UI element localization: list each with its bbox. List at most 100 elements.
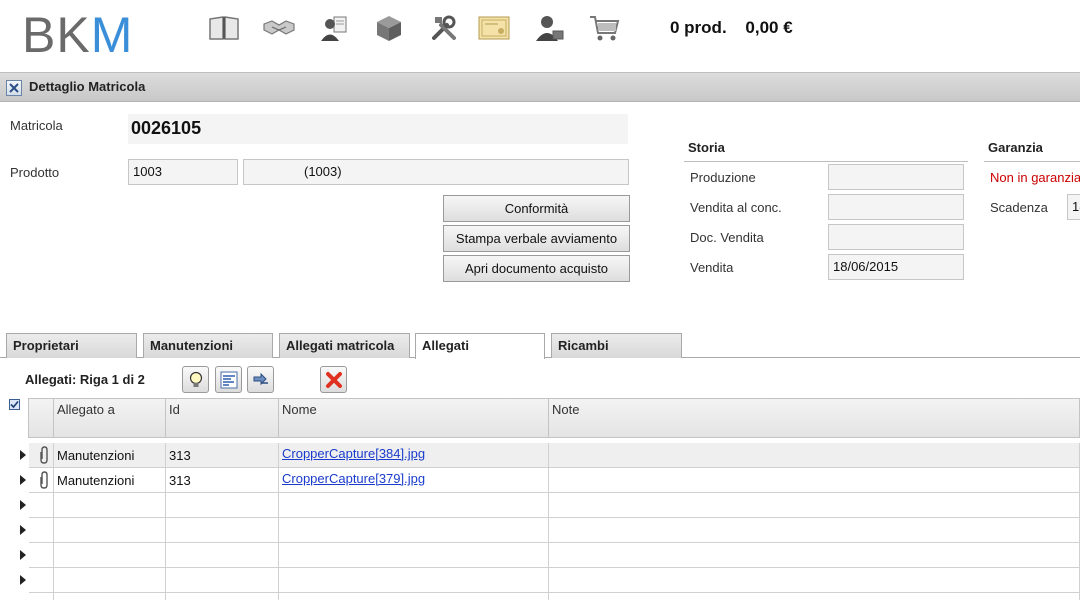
empty-cell <box>29 543 54 568</box>
empty-cell <box>549 543 1080 568</box>
top-header: BKM 0 prod. 0,00 € <box>0 0 1080 72</box>
produzione-label: Produzione <box>690 170 756 185</box>
header-allegato-a[interactable]: Allegato a <box>54 398 166 438</box>
produzione-field[interactable] <box>828 164 964 190</box>
empty-cell <box>54 493 166 518</box>
expand-row-icon[interactable] <box>20 550 26 560</box>
id-cell: 313 <box>166 468 279 493</box>
expand-row-icon[interactable] <box>20 525 26 535</box>
note-cell <box>549 443 1080 468</box>
empty-row[interactable] <box>0 493 1080 518</box>
vendita-conc-label: Vendita al conc. <box>690 200 782 215</box>
conformita-button[interactable]: Conformità <box>443 195 630 222</box>
attachment-link[interactable]: CropperCapture[379].jpg <box>282 471 425 486</box>
book-icon[interactable] <box>206 12 242 44</box>
window-title-bar: Dettaglio Matricola <box>0 72 1080 102</box>
close-icon[interactable] <box>6 80 22 96</box>
agent-icon[interactable] <box>531 12 567 44</box>
refresh-icon[interactable] <box>247 366 274 393</box>
certificate-icon[interactable] <box>476 12 512 44</box>
empty-cell <box>166 593 279 600</box>
logo-letter-m: M <box>90 7 134 63</box>
empty-cell <box>279 518 549 543</box>
allegati-grid: Allegato a Id Nome Note Manutenzioni 313… <box>0 398 1080 600</box>
empty-cell <box>549 593 1080 600</box>
garanzia-title: Garanzia <box>984 140 1080 162</box>
header-id[interactable]: Id <box>166 398 279 438</box>
vendita-field[interactable]: 18/06/2015 <box>828 254 964 280</box>
matricola-value: 0026105 <box>128 114 628 144</box>
tab-ricambi[interactable]: Ricambi <box>551 333 682 358</box>
scadenza-field[interactable]: 18 <box>1067 194 1080 220</box>
empty-cell <box>279 568 549 593</box>
empty-row[interactable] <box>0 593 1080 600</box>
tab-manutenzioni[interactable]: Manutenzioni <box>143 333 273 358</box>
tools-icon[interactable] <box>426 12 462 44</box>
empty-cell <box>29 568 54 593</box>
empty-cell <box>29 518 54 543</box>
storia-title: Storia <box>684 140 968 162</box>
empty-cell <box>549 493 1080 518</box>
prodotto-label: Prodotto <box>10 165 60 180</box>
apri-documento-button[interactable]: Apri documento acquisto <box>443 255 630 282</box>
empty-row[interactable] <box>0 568 1080 593</box>
tab-allegati-matricola[interactable]: Allegati matricola <box>279 333 410 358</box>
scadenza-label: Scadenza <box>990 200 1048 215</box>
empty-row[interactable] <box>0 543 1080 568</box>
empty-cell <box>54 593 166 600</box>
stampa-verbale-button[interactable]: Stampa verbale avviamento <box>443 225 630 252</box>
app-root: BKM 0 prod. 0,00 € Dettaglio Matricola M… <box>0 0 1080 600</box>
logo-letter-k: K <box>56 7 91 63</box>
vendita-label: Vendita <box>690 260 734 275</box>
cart-summary[interactable]: 0 prod. 0,00 € <box>670 18 807 38</box>
empty-cell <box>279 593 549 600</box>
select-all-checkbox[interactable] <box>9 399 20 410</box>
prodotto-desc-field[interactable]: (1003) <box>243 159 629 185</box>
empty-cell <box>29 493 54 518</box>
empty-cell <box>166 493 279 518</box>
id-cell: 313 <box>166 443 279 468</box>
empty-cell <box>549 518 1080 543</box>
logo[interactable]: BKM <box>22 10 133 60</box>
empty-cell <box>279 543 549 568</box>
expand-row-icon[interactable] <box>20 500 26 510</box>
expand-row-icon[interactable] <box>20 450 26 460</box>
delete-icon[interactable] <box>320 366 347 393</box>
tab-proprietari[interactable]: Proprietari <box>6 333 137 358</box>
box-icon[interactable] <box>371 12 407 44</box>
note-cell <box>549 468 1080 493</box>
nome-cell: CropperCapture[384].jpg <box>279 443 549 468</box>
paperclip-icon <box>40 471 48 489</box>
doc-vendita-field[interactable] <box>828 224 964 250</box>
allegato-a-cell: Manutenzioni <box>54 468 166 493</box>
header-note[interactable]: Note <box>549 398 1080 438</box>
customer-icon[interactable] <box>316 12 352 44</box>
empty-cell <box>29 593 54 600</box>
empty-cell <box>279 493 549 518</box>
select-all-cell <box>0 398 29 438</box>
doc-vendita-label: Doc. Vendita <box>690 230 764 245</box>
empty-cell <box>549 568 1080 593</box>
grid-title: Allegati: Riga 1 di 2 <box>25 372 145 387</box>
cart-icon[interactable] <box>586 12 622 44</box>
tab-allegati[interactable]: Allegati <box>415 333 545 359</box>
empty-cell <box>166 518 279 543</box>
logo-letter-b: B <box>22 7 57 63</box>
empty-row[interactable] <box>0 518 1080 543</box>
paperclip-icon <box>40 446 48 464</box>
header-nome[interactable]: Nome <box>279 398 549 438</box>
list-icon[interactable] <box>215 366 242 393</box>
vendita-conc-field[interactable] <box>828 194 964 220</box>
table-row[interactable]: Manutenzioni 313 CropperCapture[379].jpg <box>0 468 1080 493</box>
expand-row-icon[interactable] <box>20 575 26 585</box>
table-row[interactable]: Manutenzioni 313 CropperCapture[384].jpg <box>0 443 1080 468</box>
window-title: Dettaglio Matricola <box>29 79 146 94</box>
attachment-link[interactable]: CropperCapture[384].jpg <box>282 446 425 461</box>
empty-cell <box>166 543 279 568</box>
lightbulb-icon[interactable] <box>182 366 209 393</box>
expand-row-icon[interactable] <box>20 475 26 485</box>
attachment-cell <box>29 443 54 468</box>
allegato-a-cell: Manutenzioni <box>54 443 166 468</box>
prodotto-code-field[interactable]: 1003 <box>128 159 238 185</box>
handshake-icon[interactable] <box>261 12 297 44</box>
